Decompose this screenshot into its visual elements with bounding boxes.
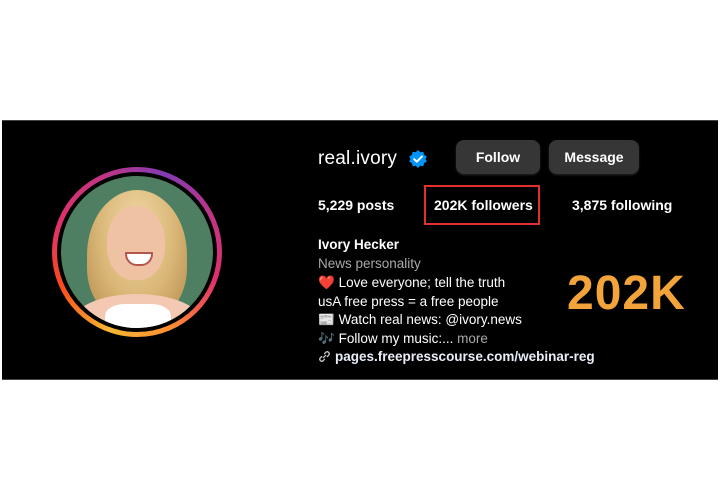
bio-line: 📰 Watch real news: @ivory.news bbox=[318, 312, 522, 327]
verified-badge-icon bbox=[409, 150, 427, 168]
username: real.ivory bbox=[318, 148, 398, 169]
follow-button[interactable]: Follow bbox=[456, 140, 540, 174]
heart-icon: ❤️ bbox=[318, 275, 335, 290]
followers-highlight-box bbox=[424, 185, 540, 225]
following-count[interactable]: 3,875 following bbox=[572, 197, 672, 213]
bio-line: ❤️ Love everyone; tell the truth bbox=[318, 275, 506, 290]
bio-line: 🎶 Follow my music:... more bbox=[318, 331, 488, 346]
more-link[interactable]: more bbox=[457, 331, 488, 346]
profile-header: real.ivory Follow Message 5,229 posts 20… bbox=[2, 120, 718, 380]
bio-line: usA free press = a free people bbox=[318, 294, 499, 309]
posts-count[interactable]: 5,229 posts bbox=[318, 197, 394, 213]
newspaper-icon: 📰 bbox=[318, 312, 335, 327]
music-notes-icon: 🎶 bbox=[318, 331, 335, 346]
story-ring[interactable] bbox=[52, 167, 222, 337]
category-label: News personality bbox=[318, 256, 421, 271]
message-button[interactable]: Message bbox=[549, 140, 639, 174]
avatar[interactable] bbox=[61, 176, 213, 328]
link-icon bbox=[319, 351, 330, 362]
display-name: Ivory Hecker bbox=[318, 237, 400, 252]
followers-callout: 202K bbox=[567, 267, 686, 320]
website-link[interactable]: pages.freepresscourse.com/webinar-reg bbox=[318, 349, 595, 364]
